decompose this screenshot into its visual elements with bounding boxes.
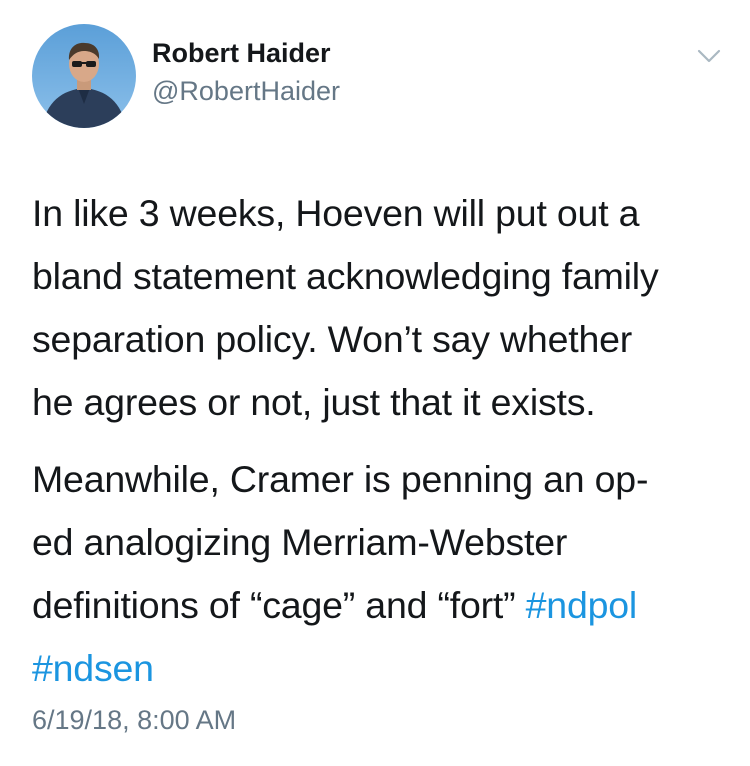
hashtag-link-ndpol[interactable]: #ndpol: [526, 584, 638, 626]
hashtag-link-ndsen[interactable]: #ndsen: [32, 647, 154, 689]
text-line: bland statement acknowledging family: [32, 255, 659, 297]
user-handle[interactable]: @RobertHaider: [152, 76, 340, 107]
chevron-down-icon[interactable]: [697, 48, 721, 64]
tweet-card: Robert Haider @RobertHaider In like 3 we…: [0, 0, 750, 766]
avatar-photo: [32, 24, 136, 128]
tweet-text: In like 3 weeks, Hoeven will put out a b…: [32, 182, 732, 700]
text-line: ed analogizing Merriam-Webster: [32, 521, 568, 563]
tweet-timestamp[interactable]: 6/19/18, 8:00 AM: [32, 705, 236, 736]
display-name[interactable]: Robert Haider: [152, 38, 331, 69]
text-line: In like 3 weeks, Hoeven will put out a: [32, 192, 640, 234]
tweet-paragraph-1: In like 3 weeks, Hoeven will put out a b…: [32, 182, 732, 434]
text-line-with-hashtag: definitions of “cage” and “fort” #ndpol: [32, 574, 732, 637]
text-line: Meanwhile, Cramer is penning an op-: [32, 458, 649, 500]
tweet-paragraph-2: Meanwhile, Cramer is penning an op- ed a…: [32, 448, 732, 700]
avatar[interactable]: [32, 24, 136, 128]
text-line: separation policy. Won’t say whether: [32, 318, 633, 360]
text-line: he agrees or not, just that it exists.: [32, 381, 596, 423]
text-line-with-hashtag: #ndsen: [32, 637, 732, 700]
text-segment: definitions of “cage” and “fort”: [32, 584, 526, 626]
